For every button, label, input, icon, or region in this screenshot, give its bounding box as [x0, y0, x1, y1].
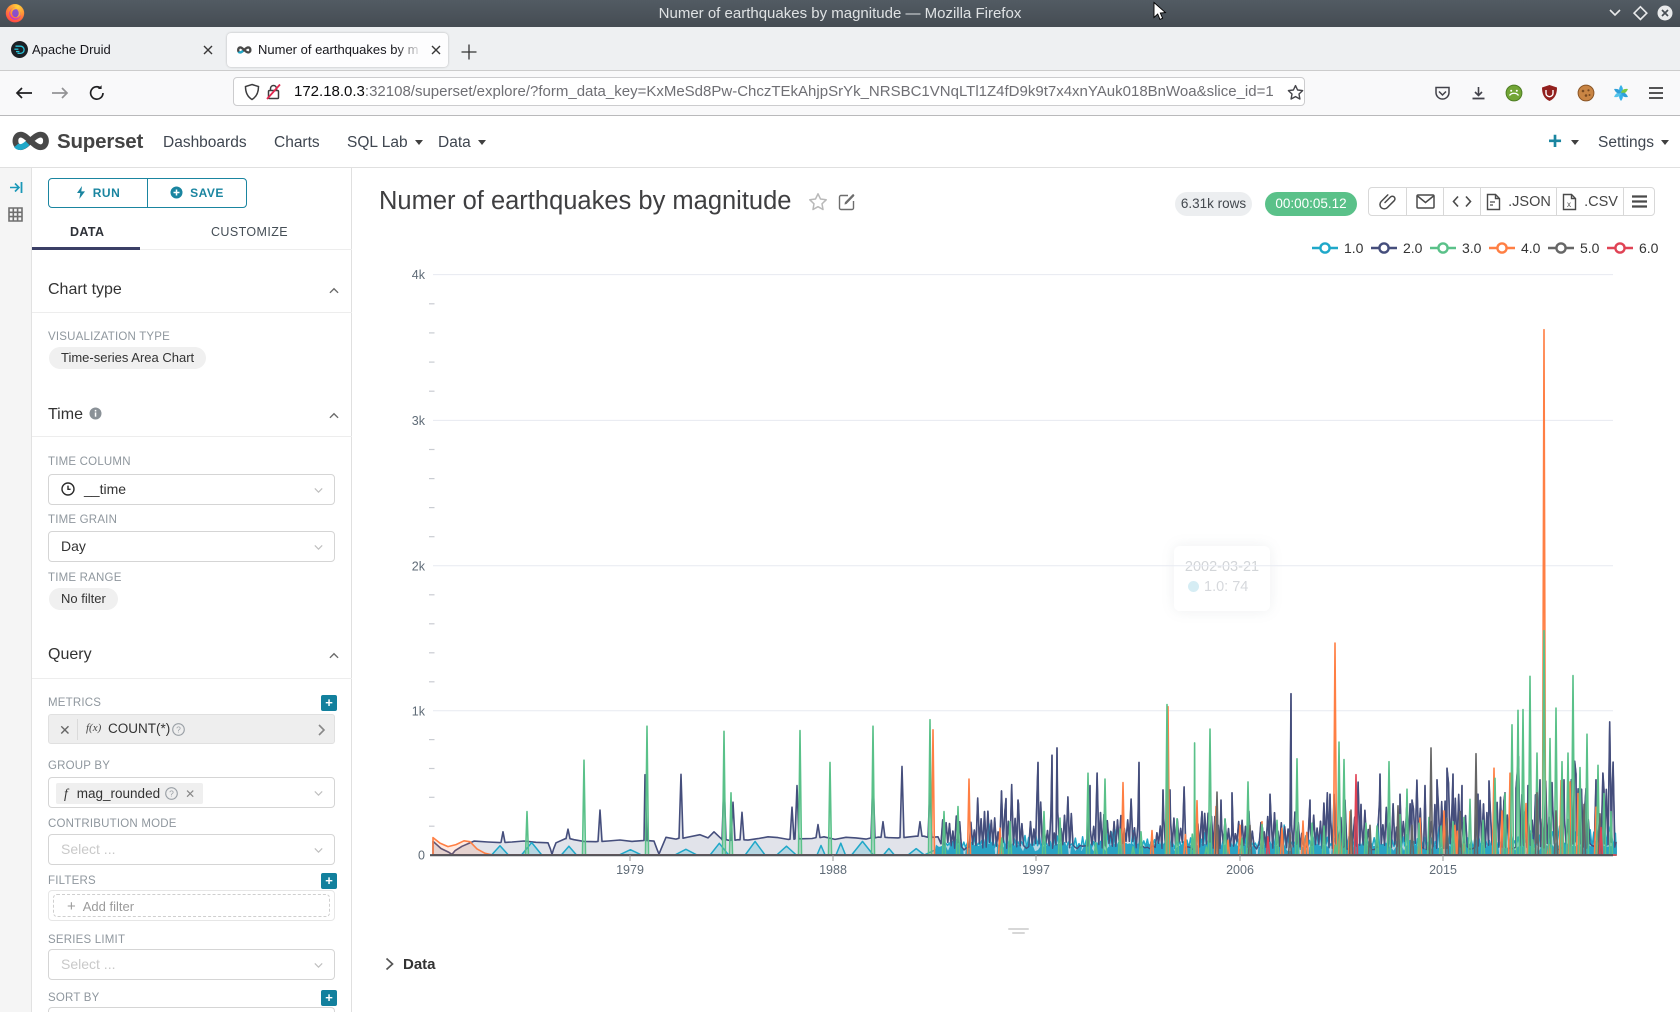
- svg-text:x: x: [1567, 200, 1571, 209]
- svg-text:?: ?: [169, 788, 174, 798]
- svg-text:?: ?: [176, 724, 181, 734]
